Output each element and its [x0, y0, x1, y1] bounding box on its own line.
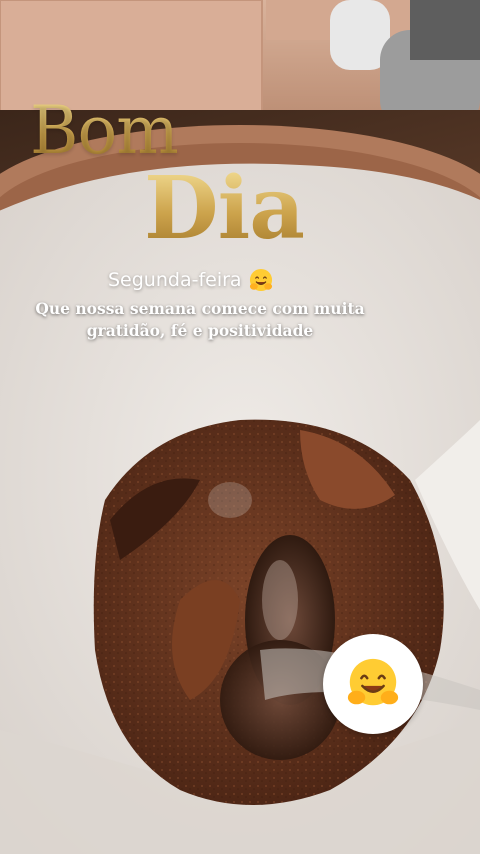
weekday-label: Segunda-feira [108, 269, 242, 291]
greeting-title-line1: Bom [30, 98, 330, 164]
greeting-title-line2: Dia [144, 166, 344, 252]
hugging-face-icon [347, 658, 399, 706]
photo-scene: Bom Dia Segunda-feira Que nossa semana c… [0, 0, 480, 854]
hugging-face-icon [249, 268, 272, 292]
greeting-message: Que nossa semana comece com muita gratid… [20, 298, 380, 342]
message-line-1: Que nossa semana comece com muita [35, 299, 365, 318]
hug-sticker[interactable] [323, 634, 423, 734]
message-line-2: gratidão, fé e positividade [86, 321, 314, 340]
weekday-line: Segunda-feira [108, 266, 348, 294]
